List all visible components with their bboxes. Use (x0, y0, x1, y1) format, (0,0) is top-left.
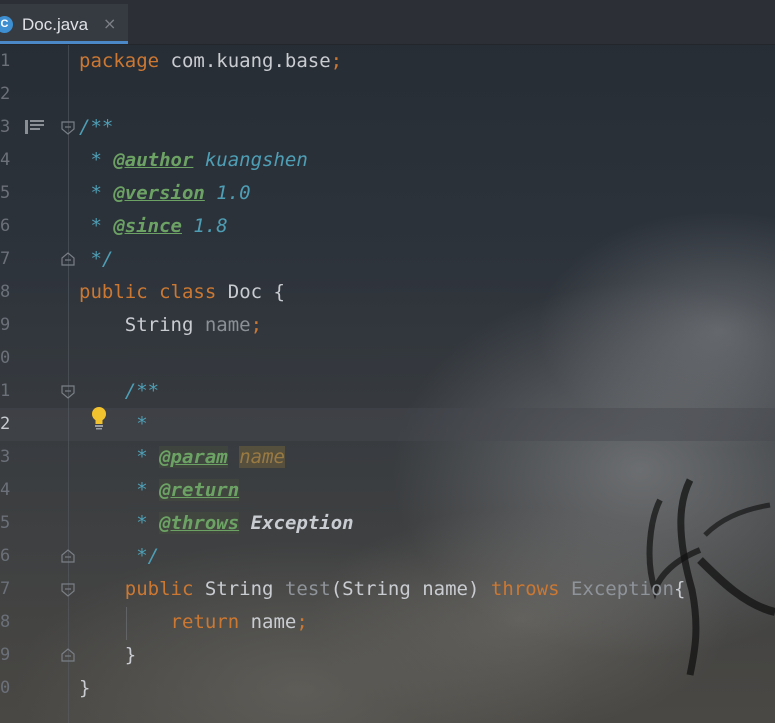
doc-star: * (136, 413, 148, 435)
line-number: 6 (0, 216, 11, 236)
class-name: Doc (227, 281, 263, 303)
code-line-4[interactable]: * @author kuangshen (79, 144, 308, 177)
line-number: 4 (0, 480, 11, 500)
line-number: 0 (0, 348, 11, 368)
background-calligraphy (646, 478, 775, 676)
keyword: package (79, 50, 160, 72)
fold-marker-icon[interactable] (61, 252, 75, 266)
line-number: 1 (0, 51, 11, 71)
line-number: 8 (0, 282, 11, 302)
line-number: 9 (0, 645, 11, 665)
line-number: 5 (0, 513, 11, 533)
brace: } (79, 677, 91, 699)
fold-marker-icon[interactable] (61, 549, 75, 563)
return-type: String (204, 578, 274, 600)
doc-comment-open: /** (79, 116, 114, 138)
param-name-highlight: name (239, 446, 285, 468)
doc-star: * (136, 446, 160, 468)
code-line-20[interactable]: } (79, 672, 90, 705)
doc-comment-close: */ (79, 248, 114, 270)
code-line-19[interactable]: } (79, 639, 136, 672)
line-number: 9 (0, 315, 11, 335)
code-line-7[interactable]: */ (79, 243, 113, 276)
code-line-14[interactable]: * @return (79, 474, 240, 507)
doc-comment-open: /** (124, 380, 160, 402)
doc-star: * (136, 512, 160, 534)
doc-tag-value: 1.8 (181, 215, 228, 237)
doc-star: * (79, 149, 114, 171)
brace: { (273, 281, 285, 303)
doc-tag-value: kuangshen (193, 149, 308, 171)
line-number: 5 (0, 183, 11, 203)
type-name: String (124, 314, 194, 336)
semicolon: ; (330, 50, 343, 72)
semicolon: ; (296, 611, 308, 633)
exception-type: Exception (570, 578, 674, 600)
keyword: throws (490, 578, 560, 600)
code-line-16[interactable]: */ (79, 540, 159, 573)
doc-tag-version: @version (113, 182, 205, 204)
doc-tag-return: @return (159, 479, 240, 501)
doc-tag-value: 1.0 (204, 182, 251, 204)
code-line-17[interactable]: public String test(String name) throws E… (79, 573, 686, 606)
code-line-11[interactable]: /** (79, 375, 159, 408)
line-number: 2 (0, 84, 11, 104)
tab-doc-java[interactable]: C Doc.java × (0, 4, 128, 44)
code-line-18[interactable]: return name; (79, 606, 308, 639)
doc-tag-author: @author (113, 149, 194, 171)
doc-comment-close: */ (136, 545, 160, 567)
brace: { (673, 578, 686, 600)
package-name: com.kuang.base (159, 50, 331, 72)
java-class-icon: C (0, 16, 13, 33)
line-number-active: 2 (0, 414, 11, 434)
doc-tag-param: @param (159, 446, 228, 468)
fold-marker-icon[interactable] (61, 648, 75, 662)
code-line-13[interactable]: * @param name (79, 441, 285, 474)
doc-exception-name: Exception (250, 512, 354, 534)
doc-star: * (79, 215, 114, 237)
code-line-3[interactable]: /** (79, 111, 113, 144)
code-line-9[interactable]: String name; (79, 309, 262, 342)
line-number: 3 (0, 117, 11, 137)
line-number: 4 (0, 150, 11, 170)
code-line-1[interactable]: package com.kuang.base; (79, 45, 342, 78)
code-line-12[interactable]: * (79, 408, 148, 441)
keyword: return (170, 611, 240, 633)
line-number: 3 (0, 447, 11, 467)
line-number: 7 (0, 579, 11, 599)
code-line-15[interactable]: * @throws Exception (79, 507, 354, 540)
fold-marker-icon[interactable] (61, 121, 75, 135)
fold-marker-icon[interactable] (61, 583, 75, 597)
line-number: 1 (0, 381, 11, 401)
brace: } (124, 644, 137, 666)
method-name: test (284, 578, 331, 600)
line-number: 6 (0, 546, 11, 566)
doc-tag-throws: @throws (159, 512, 240, 534)
line-number: 7 (0, 249, 11, 269)
doc-star: * (79, 182, 114, 204)
method-params: (String name) (330, 578, 480, 600)
keyword: public (79, 281, 148, 303)
editor-tab-bar: C Doc.java × (0, 0, 775, 45)
close-icon[interactable]: × (103, 14, 116, 33)
code-line-6[interactable]: * @since 1.8 (79, 210, 228, 243)
structure-icon[interactable] (25, 119, 45, 135)
code-line-8[interactable]: public class Doc { (79, 276, 285, 309)
line-number: 8 (0, 612, 11, 632)
doc-star: * (136, 479, 160, 501)
code-line-5[interactable]: * @version 1.0 (79, 177, 251, 210)
gutter-divider (68, 44, 69, 723)
semicolon: ; (250, 314, 263, 336)
doc-tag-since: @since (113, 215, 182, 237)
tab-label: Doc.java (22, 15, 89, 34)
fold-marker-icon[interactable] (61, 385, 75, 399)
return-value: name (239, 611, 297, 633)
field-name: name (204, 314, 251, 336)
keyword: class (159, 281, 217, 303)
keyword: public (124, 578, 194, 600)
line-number: 0 (0, 678, 11, 698)
